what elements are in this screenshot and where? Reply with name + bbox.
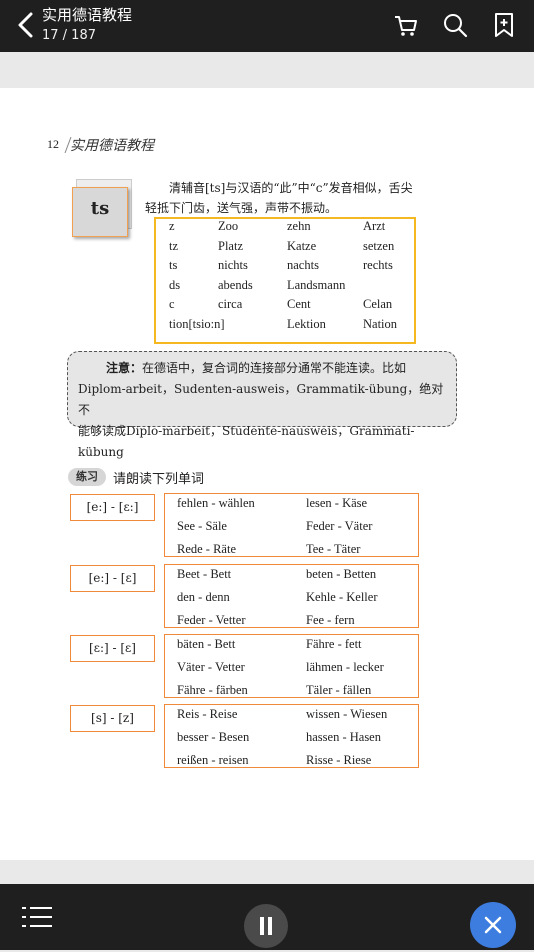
word-pair: hassen - Hasen bbox=[306, 730, 381, 744]
word-pair: See - Säle bbox=[177, 519, 227, 533]
word-pair: bäten - Bett bbox=[177, 637, 236, 651]
page-number: 12 bbox=[47, 137, 59, 151]
note-line-2: Diplom-arbeit，Sudenten-ausweis，Grammatik… bbox=[78, 382, 444, 417]
table-cell: Zoo bbox=[218, 219, 239, 233]
note-text: 注意：在德语中，复合词的连接部分通常不能连读。比如 Diplom-arbeit，… bbox=[78, 358, 448, 463]
add-bookmark-icon[interactable] bbox=[490, 11, 518, 39]
intro-text: 清辅音[ts]与汉语的“此”中“c”发音相似，舌尖 轻抵下门齿，送气强，声带不振… bbox=[145, 178, 460, 218]
table-cell: abends bbox=[218, 277, 253, 292]
card-front: ts bbox=[72, 187, 128, 237]
running-header: 实用德语教程 bbox=[70, 138, 154, 154]
table-cell: Arzt bbox=[363, 219, 386, 233]
bottom-bar bbox=[0, 884, 534, 950]
word-pair-box: Reis - Reise wissen - Wiesen besser - Bese… bbox=[164, 704, 419, 768]
word-pair: Kehle - Keller bbox=[306, 590, 378, 604]
pause-button[interactable] bbox=[244, 904, 288, 948]
cart-icon[interactable] bbox=[392, 11, 420, 39]
table-cell: tion[tsio:n] bbox=[169, 316, 225, 331]
word-pair: lesen - Käse bbox=[306, 496, 368, 510]
table-cell: nachts bbox=[287, 258, 319, 272]
table-cell: Celan bbox=[363, 297, 393, 311]
word-pair: den - denn bbox=[177, 590, 230, 604]
table-cell: Katze bbox=[287, 238, 317, 253]
word-pair: Fee - fern bbox=[306, 613, 355, 627]
word-pair: Feder - Vetter bbox=[177, 613, 246, 627]
word-pair: Feder - Väter bbox=[306, 519, 373, 533]
sound-pair-label: [ɛ:] - [ɛ] bbox=[70, 635, 155, 662]
word-pair: Risse - Riese bbox=[306, 753, 372, 767]
exercise-badge: 练习 bbox=[68, 468, 106, 486]
word-pair: wissen - Wiesen bbox=[306, 707, 388, 721]
note-box: 注意：在德语中，复合词的连接部分通常不能连读。比如 Diplom-arbeit，… bbox=[67, 351, 457, 459]
book-title: 实用德语教程 bbox=[42, 6, 133, 24]
word-pair: reißen - reisen bbox=[177, 753, 249, 767]
word-pair: lähmen - lecker bbox=[306, 660, 384, 674]
note-label: 注意： bbox=[106, 361, 143, 375]
sound-pair-label: [e:] - [ɛ:] bbox=[70, 494, 155, 521]
word-pair: Beet - Bett bbox=[177, 567, 232, 581]
table-cell: rechts bbox=[363, 258, 393, 272]
table-cell: z bbox=[169, 219, 175, 233]
close-icon bbox=[484, 916, 502, 934]
sound-pair-label: [s] - [z] bbox=[70, 705, 155, 732]
word-pair: fehlen - wählen bbox=[177, 496, 255, 510]
table-cell: Landsmann bbox=[287, 277, 346, 292]
intro-line-2: 轻抵下门齿，送气强，声带不振动。 bbox=[145, 201, 338, 215]
word-pair: Rede - Räte bbox=[177, 542, 237, 556]
word-pair-box: bäten - Bett Fähre - fett Väter - Vetter lä… bbox=[164, 634, 419, 698]
word-pair: besser - Besen bbox=[177, 730, 250, 744]
intro-line-1: 清辅音[ts]与汉语的“此”中“c”发音相似，舌尖 bbox=[169, 181, 413, 195]
word-pair: Fähre - färben bbox=[177, 683, 248, 697]
word-pair: Väter - Vetter bbox=[177, 660, 245, 674]
ts-symbol: ts bbox=[90, 198, 110, 219]
table-cell: Lektion bbox=[287, 316, 326, 331]
word-pair-box: Beet - Bett beten - Betten den - denn Kehle… bbox=[164, 564, 419, 628]
table-cell: Platz bbox=[218, 238, 243, 253]
table-cell: ds bbox=[169, 277, 181, 292]
table-cell: Cent bbox=[287, 297, 311, 311]
top-bar: 实用德语教程 17 / 187 bbox=[0, 0, 534, 52]
pause-icon bbox=[260, 917, 272, 935]
word-pair: Täler - fällen bbox=[306, 683, 372, 697]
note-line-1: 在德语中，复合词的连接部分通常不能连读。比如 bbox=[142, 361, 407, 375]
table-cell: c bbox=[169, 297, 175, 311]
exercise-title: 请朗读下列单词 bbox=[113, 472, 205, 487]
table-cell: ts bbox=[169, 258, 178, 272]
note-line-3: 能够读成Diplo-marbeit，Studente-nausweis，Gram… bbox=[78, 424, 415, 459]
back-arrow-icon[interactable] bbox=[14, 11, 38, 39]
word-pair: Reis - Reise bbox=[177, 707, 238, 721]
table-cell: tz bbox=[169, 238, 179, 253]
search-icon[interactable] bbox=[441, 11, 469, 39]
table-cell: setzen bbox=[363, 238, 395, 253]
word-pair-box: fehlen - wählen lesen - Käse See - Säle Fed… bbox=[164, 493, 419, 557]
table-cell: Nation bbox=[363, 316, 398, 331]
menu-icon[interactable] bbox=[22, 906, 52, 928]
table-cell: circa bbox=[218, 297, 243, 311]
book-page: 12 实用德语教程 ts 清辅音[ts]与汉语的“此”中“c”发音相似，舌尖 轻… bbox=[0, 88, 534, 860]
table-cell: nichts bbox=[218, 258, 248, 272]
sound-pair-label: [e:] - [ɛ] bbox=[70, 565, 155, 592]
page-counter: 17 / 187 bbox=[42, 28, 96, 43]
word-pair: beten - Betten bbox=[306, 567, 377, 581]
close-button[interactable] bbox=[470, 902, 516, 948]
word-pair: Tee - Täter bbox=[306, 542, 361, 556]
word-pair: Fähre - fett bbox=[306, 637, 362, 651]
table-cell: zehn bbox=[287, 219, 311, 233]
